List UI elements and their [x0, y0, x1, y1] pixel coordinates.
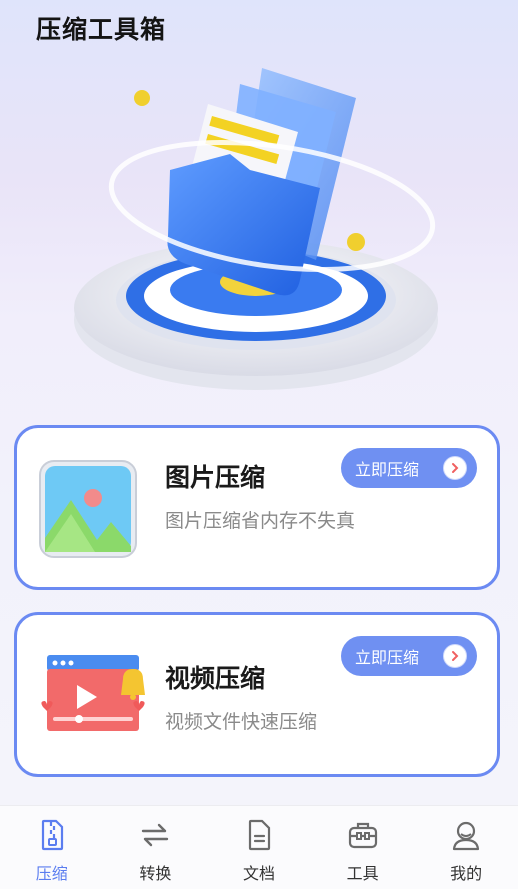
- video-compress-desc: 视频文件快速压缩: [165, 711, 318, 733]
- tab-compress-label: 压缩: [35, 864, 68, 883]
- tab-convert-label: 转换: [139, 864, 172, 883]
- chevron-right-icon: [443, 456, 467, 480]
- tab-profile-label: 我的: [450, 864, 483, 883]
- image-compress-button[interactable]: 立即压缩: [341, 448, 477, 488]
- image-compress-icon: [39, 460, 137, 558]
- page-title: 压缩工具箱: [36, 15, 167, 44]
- video-compress-title: 视频压缩: [165, 664, 266, 693]
- tab-compress[interactable]: 压缩: [0, 806, 104, 889]
- tab-documents[interactable]: 文档: [207, 806, 311, 889]
- video-compress-icon: [41, 655, 145, 731]
- video-compress-card[interactable]: 视频压缩 视频文件快速压缩 立即压缩: [14, 612, 500, 777]
- image-compress-button-label: 立即压缩: [355, 460, 420, 479]
- image-compress-title: 图片压缩: [165, 463, 266, 492]
- tab-tools[interactable]: 工具: [311, 806, 415, 889]
- hero-folder-illustration: [74, 68, 438, 390]
- tab-documents-label: 文档: [242, 864, 275, 883]
- video-compress-button-label: 立即压缩: [355, 648, 420, 667]
- bottom-tab-bar: 压缩 转换 文档 工具 我的: [0, 805, 518, 889]
- document-icon: [248, 819, 271, 851]
- chevron-right-icon: [443, 644, 467, 668]
- convert-arrows-icon: [142, 823, 169, 847]
- tab-profile[interactable]: 我的: [414, 806, 518, 889]
- zip-file-icon: [41, 819, 63, 851]
- image-compress-card[interactable]: 图片压缩 图片压缩省内存不失真 立即压缩: [14, 425, 500, 590]
- toolbox-icon: [348, 822, 377, 849]
- tab-convert[interactable]: 转换: [104, 806, 208, 889]
- user-icon: [453, 821, 480, 851]
- tab-tools-label: 工具: [346, 864, 379, 883]
- video-compress-button[interactable]: 立即压缩: [341, 636, 477, 676]
- image-compress-desc: 图片压缩省内存不失真: [165, 510, 356, 532]
